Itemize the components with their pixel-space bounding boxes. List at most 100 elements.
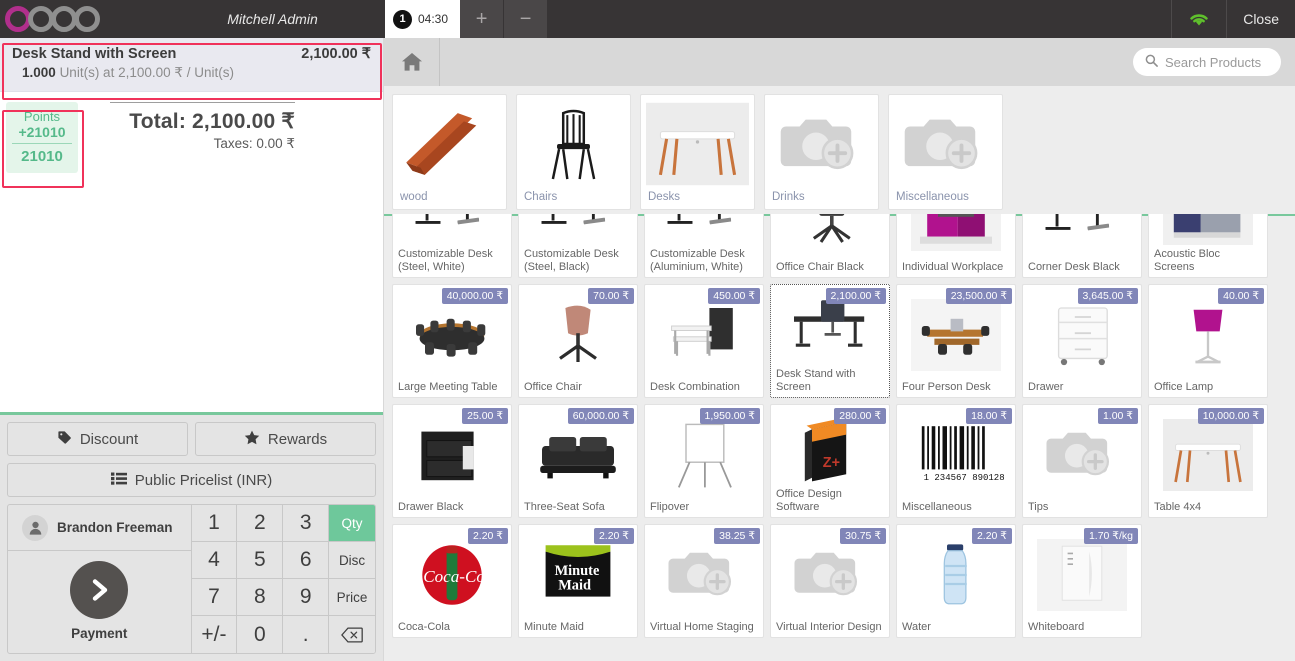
tag-icon — [57, 430, 72, 449]
order-tab-1[interactable]: 1 04:30 — [385, 0, 461, 38]
order-line-name: Desk Stand with Screen — [12, 46, 177, 62]
product-label: Desk Combination — [650, 380, 740, 393]
category-image — [398, 100, 501, 188]
product-card[interactable]: 450.00 ₹ Desk Combination — [644, 284, 764, 398]
product-card[interactable]: 280.00 ₹ Z+ Office Design Software — [770, 404, 890, 518]
numpad-key-qty[interactable]: Qty — [329, 505, 375, 542]
numpad-key-0[interactable]: 0 — [237, 616, 284, 653]
numpad-key-[interactable]: . — [283, 616, 330, 653]
category-card[interactable]: Drinks — [764, 94, 879, 210]
home-icon[interactable] — [384, 38, 440, 86]
numpad-key-7[interactable]: 7 — [191, 579, 238, 616]
numpad-key-8[interactable]: 8 — [237, 579, 284, 616]
product-label: Office Design Software — [776, 488, 842, 513]
category-label: Miscellaneous — [896, 191, 969, 203]
product-card[interactable]: Corner Desk Black — [1022, 214, 1142, 278]
product-card[interactable]: Acoustic Bloc Screens — [1148, 214, 1268, 278]
numpad-key-4[interactable]: 4 — [191, 542, 238, 579]
product-card[interactable]: 70.00 ₹ Office Chair — [518, 284, 638, 398]
product-card[interactable]: 1.00 ₹ Tips — [1022, 404, 1142, 518]
set-customer-button[interactable]: Brandon Freeman — [8, 505, 191, 551]
product-image — [901, 214, 1011, 261]
product-image — [1153, 214, 1263, 248]
delete-order-button[interactable]: − — [504, 0, 549, 38]
product-label: Four Person Desk — [902, 380, 991, 393]
product-card[interactable]: 60,000.00 ₹ Three-Seat Sofa — [518, 404, 638, 518]
product-card[interactable]: 40,000.00 ₹ Large Meeting Table — [392, 284, 512, 398]
product-card[interactable]: 25.00 ₹ Drawer Black — [392, 404, 512, 518]
product-label: Drawer — [1028, 380, 1064, 393]
category-image — [646, 100, 749, 188]
svg-text:1 234567 890128 >: 1 234567 890128 > — [924, 473, 1004, 483]
product-card[interactable]: 1.70 ₹/kg Whiteboard — [1022, 524, 1142, 638]
new-order-button[interactable]: + — [460, 0, 505, 38]
discount-label: Discount — [79, 430, 139, 448]
product-card[interactable]: Customizable Desk (Aluminium, White) — [644, 214, 764, 278]
numpad-key-5[interactable]: 5 — [237, 542, 284, 579]
search-products-field[interactable]: Search Products — [1133, 48, 1281, 76]
product-card[interactable]: 18.00 ₹ 1 234567 890128 > Miscellaneous — [896, 404, 1016, 518]
product-card[interactable]: 38.25 ₹ Virtual Home Staging — [644, 524, 764, 638]
category-card[interactable]: Desks — [640, 94, 755, 210]
rewards-button[interactable]: Rewards — [195, 422, 376, 456]
product-price-badge: 40,000.00 ₹ — [441, 288, 508, 304]
numpad: 1 2 3 Qty 4 5 6 Disc 7 8 9 Price +/- 0. — [191, 505, 375, 653]
loyalty-points-total: 21010 — [21, 148, 63, 165]
order-line[interactable]: Desk Stand with Screen 2,100.00 ₹ 1.000 … — [0, 38, 383, 92]
product-price-badge: 280.00 ₹ — [834, 408, 886, 424]
svg-text:Coca-Cola: Coca-Cola — [423, 567, 498, 586]
numpad-key-9[interactable]: 9 — [283, 579, 330, 616]
numpad-key-6[interactable]: 6 — [283, 542, 330, 579]
payment-label: Payment — [71, 626, 128, 641]
product-price-badge: 1.70 ₹/kg — [1083, 528, 1138, 544]
product-card[interactable]: 2,100.00 ₹ Desk Stand with Screen — [770, 284, 890, 398]
category-image — [770, 100, 873, 188]
numpad-backspace[interactable] — [329, 616, 375, 653]
product-image — [397, 214, 507, 248]
product-card[interactable]: Customizable Desk (Steel, Black) — [518, 214, 638, 278]
category-card[interactable]: Chairs — [516, 94, 631, 210]
product-image — [1027, 214, 1137, 261]
order-tabs: 1 04:30 + − — [385, 0, 549, 38]
product-card[interactable]: Individual Workplace — [896, 214, 1016, 278]
image-placeholder-icon — [793, 542, 867, 607]
controls-row-pricelist: Public Pricelist (INR) — [7, 463, 376, 497]
product-label: Tips — [1028, 500, 1049, 513]
product-card[interactable]: Office Chair Black — [770, 214, 890, 278]
product-label: Coca-Cola — [398, 620, 450, 633]
product-card[interactable]: 40.00 ₹ Office Lamp — [1148, 284, 1268, 398]
category-card[interactable]: Miscellaneous — [888, 94, 1003, 210]
product-card[interactable]: 10,000.00 ₹ Table 4x4 — [1148, 404, 1268, 518]
product-label: Office Chair Black — [776, 260, 864, 273]
product-label: Three-Seat Sofa — [524, 500, 605, 513]
wifi-icon[interactable] — [1171, 0, 1226, 38]
payment-button[interactable]: Payment — [8, 551, 191, 653]
numpad-key-[interactable]: +/- — [191, 616, 238, 653]
product-card[interactable]: 30.75 ₹ Virtual Interior Design — [770, 524, 890, 638]
product-label: Corner Desk Black — [1028, 260, 1120, 273]
list-icon — [110, 472, 127, 489]
numpad-key-1[interactable]: 1 — [191, 505, 238, 542]
product-card[interactable]: 23,500.00 ₹ Four Person Desk — [896, 284, 1016, 398]
product-card[interactable]: 1,950.00 ₹ Flipover — [644, 404, 764, 518]
numpad-key-2[interactable]: 2 — [237, 505, 284, 542]
product-card[interactable]: Customizable Desk (Steel, White) — [392, 214, 512, 278]
product-card[interactable]: 2.20 ₹ Water — [896, 524, 1016, 638]
product-label: Customizable Desk (Steel, Black) — [524, 248, 619, 273]
category-card[interactable]: wood — [392, 94, 507, 210]
product-card[interactable]: 2.20 ₹ Coca-Cola Coca-Cola — [392, 524, 512, 638]
odoo-logo[interactable] — [0, 0, 160, 38]
product-grid-wrap: Customizable Desk (Steel, White) Customiz… — [384, 214, 1295, 661]
order-tab-sequence: 1 — [393, 9, 412, 29]
numpad-key-3[interactable]: 3 — [283, 505, 330, 542]
numpad-key-disc[interactable]: Disc — [329, 542, 375, 579]
close-pos-button[interactable]: Close — [1226, 0, 1295, 38]
product-card[interactable]: 3,645.00 ₹ Drawer — [1022, 284, 1142, 398]
numpad-key-price[interactable]: Price — [329, 579, 375, 616]
product-price-badge: 3,645.00 ₹ — [1077, 288, 1138, 304]
discount-button[interactable]: Discount — [7, 422, 188, 456]
product-grid-scrollbar[interactable] — [1286, 367, 1295, 661]
image-placeholder-icon — [1045, 422, 1119, 487]
product-card[interactable]: 2.20 ₹ Minute Maid Minute Maid — [518, 524, 638, 638]
pricelist-button[interactable]: Public Pricelist (INR) — [7, 463, 376, 497]
